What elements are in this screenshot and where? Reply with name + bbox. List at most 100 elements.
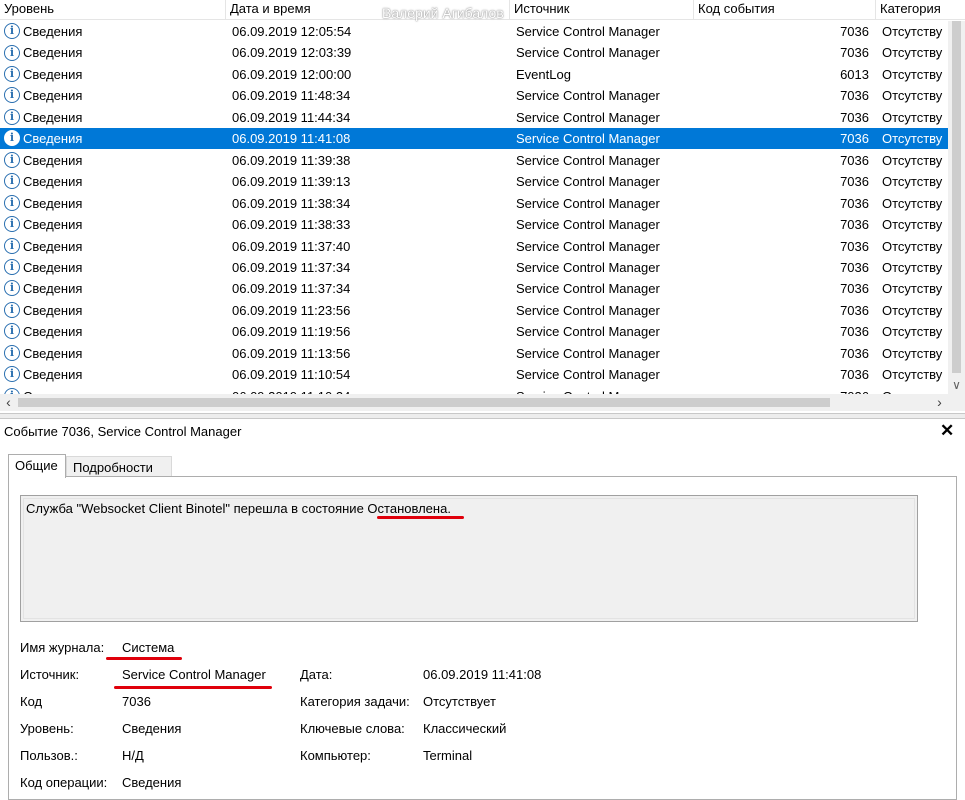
column-header-category[interactable]: Категория	[876, 0, 965, 19]
event-datetime: 06.09.2019 11:38:34	[232, 195, 351, 211]
event-code: 7036	[840, 238, 869, 254]
event-category: Отсутству	[882, 66, 943, 82]
event-code: 7036	[840, 131, 869, 147]
column-header-source[interactable]: Источник	[510, 0, 694, 19]
chevron-left-icon[interactable]: ‹	[0, 394, 17, 411]
event-category: Отсутству	[882, 259, 943, 275]
log-name-value: Система	[122, 640, 175, 655]
event-row[interactable]: i Сведения 06.09.2019 12:00:00 EventLog 6013…	[0, 64, 948, 85]
event-message: Служба "Websocket Client Binotel" перешл…	[26, 501, 451, 516]
event-category: Отсутству	[882, 281, 943, 297]
info-icon: i	[4, 130, 20, 147]
event-level-text: Сведения	[23, 109, 83, 125]
tab-general[interactable]: Общие	[8, 454, 66, 478]
chevron-down-icon[interactable]: ∨	[948, 376, 965, 394]
computer-label: Компьютер:	[300, 748, 371, 763]
event-row[interactable]: i Сведения 06.09.2019 11:38:33 Service Cont…	[0, 214, 948, 235]
event-level-text: Сведения	[23, 131, 83, 147]
event-row[interactable]: i Сведения 06.09.2019 11:13:56 Service Cont…	[0, 343, 948, 364]
event-row[interactable]: i Сведения 06.09.2019 11:37:40 Service Cont…	[0, 236, 948, 257]
event-row[interactable]: i Сведения 06.09.2019 11:19:56 Service Cont…	[0, 321, 948, 342]
event-row[interactable]: i Сведения 06.09.2019 11:23:56 Service Cont…	[0, 300, 948, 321]
event-level: iСведения	[4, 21, 222, 42]
column-header-level[interactable]: Уровень	[0, 0, 226, 19]
event-row[interactable]: i Сведения 06.09.2019 11:39:13 Service Cont…	[0, 171, 948, 192]
event-level-text: Сведения	[23, 45, 83, 61]
computer-value: Terminal	[423, 748, 473, 763]
event-row[interactable]: i Сведения 06.09.2019 11:37:34 Service Cont…	[0, 257, 948, 278]
vertical-scrollbar[interactable]: ∨	[948, 21, 965, 394]
user-label: Пользов.:	[20, 748, 78, 763]
event-source: Service Control Manager	[516, 281, 660, 297]
event-code: 7036	[840, 24, 869, 39]
close-icon[interactable]: ✕	[940, 421, 954, 441]
event-datetime: 06.09.2019 12:00:00	[232, 66, 352, 82]
event-datetime: 06.09.2019 11:39:13	[232, 174, 351, 190]
keywords-value: Классический	[423, 721, 507, 736]
info-icon: i	[4, 366, 20, 383]
column-header-event-code[interactable]: Код события	[694, 0, 876, 19]
event-source: EventLog	[516, 66, 571, 82]
event-category: Отсутству	[882, 131, 943, 147]
event-datetime: 06.09.2019 11:41:08	[232, 131, 351, 147]
event-level-text: Сведения	[23, 238, 83, 254]
event-row[interactable]: i Сведения 06.09.2019 11:38:34 Service Cont…	[0, 193, 948, 214]
event-level: iСведения	[4, 257, 222, 278]
event-row[interactable]: i Сведения 06.09.2019 12:03:39 Service Cont…	[0, 42, 948, 63]
event-category: Отсутству	[882, 386, 948, 394]
event-code: 7036	[840, 302, 869, 318]
code-label: Код	[20, 694, 43, 709]
event-level-text: Сведения	[23, 367, 83, 383]
event-code: 7036	[840, 109, 869, 125]
info-icon: i	[4, 194, 20, 211]
event-datetime: 06.09.2019 11:37:40	[232, 238, 351, 254]
chevron-right-icon[interactable]: ›	[931, 394, 948, 411]
info-icon: i	[4, 44, 20, 61]
event-code: 7036	[840, 45, 869, 61]
horizontal-scrollbar[interactable]: ‹ ›	[0, 394, 948, 411]
horizontal-scroll-thumb[interactable]	[18, 398, 830, 407]
event-row[interactable]: i Сведения 06.09.2019 11:44:34 Service Cont…	[0, 107, 948, 128]
event-code: 7036	[840, 324, 869, 340]
event-datetime: 06.09.2019 11:10:54	[232, 367, 351, 383]
event-level-text: Сведения	[23, 217, 83, 233]
event-level: iСведения	[4, 150, 222, 171]
event-source: Service Control Manager	[516, 259, 660, 275]
event-row[interactable]: i Сведения 06.09.2019 11:41:08 Service Cont…	[0, 128, 948, 150]
tab-details[interactable]: Подробности	[66, 456, 172, 477]
event-row[interactable]: i Сведения 06.09.2019 12:05:54 Service Cont…	[0, 21, 948, 42]
event-row[interactable]: i Сведения 06.09.2019 11:37:34 Service Cont…	[0, 278, 948, 299]
event-code: 7036	[840, 281, 869, 297]
event-level: iСведения	[4, 321, 222, 342]
pane-splitter[interactable]	[0, 413, 965, 419]
info-icon: i	[4, 237, 20, 254]
event-code: 7036	[840, 152, 869, 168]
event-code: 6013	[840, 66, 869, 82]
info-icon: i	[4, 216, 20, 233]
events-list: i Сведения 06.09.2019 12:05:54 Service Cont…	[0, 21, 948, 394]
info-icon: i	[4, 280, 20, 297]
event-datetime: 06.09.2019 12:03:39	[232, 45, 352, 61]
event-level: iСведения	[4, 42, 222, 63]
info-icon: i	[4, 344, 20, 361]
event-source: Service Control Manager	[516, 88, 660, 104]
info-icon: i	[4, 108, 20, 125]
event-message-state: Остановлена.	[367, 501, 451, 516]
event-row[interactable]: i Сведения 06.09.2019 11:10:54 Service Cont…	[0, 364, 948, 385]
event-row[interactable]: iСведения 06.09.2019 11:10:24 Service Cont…	[0, 386, 948, 394]
event-level: iСведения	[4, 85, 222, 106]
event-row[interactable]: i Сведения 06.09.2019 11:39:38 Service Cont…	[0, 150, 948, 171]
event-level-text: Сведения	[23, 324, 83, 340]
info-icon: i	[4, 87, 20, 104]
event-row[interactable]: i Сведения 06.09.2019 11:48:34 Service Cont…	[0, 85, 948, 106]
event-datetime: 06.09.2019 12:05:54	[232, 24, 352, 39]
opcode-label: Код операции:	[20, 775, 108, 790]
event-datetime: 06.09.2019 11:39:38	[232, 152, 351, 168]
column-header-datetime[interactable]: Дата и время	[226, 0, 510, 19]
event-message-text: Служба "Websocket Client Binotel" перешл…	[26, 501, 368, 516]
event-level-text: Сведения	[23, 302, 83, 318]
event-category: Отсутству	[882, 88, 943, 104]
vertical-scroll-thumb[interactable]	[952, 21, 961, 373]
task-category-value: Отсутствует	[423, 694, 496, 709]
event-level: iСведения	[4, 364, 222, 385]
